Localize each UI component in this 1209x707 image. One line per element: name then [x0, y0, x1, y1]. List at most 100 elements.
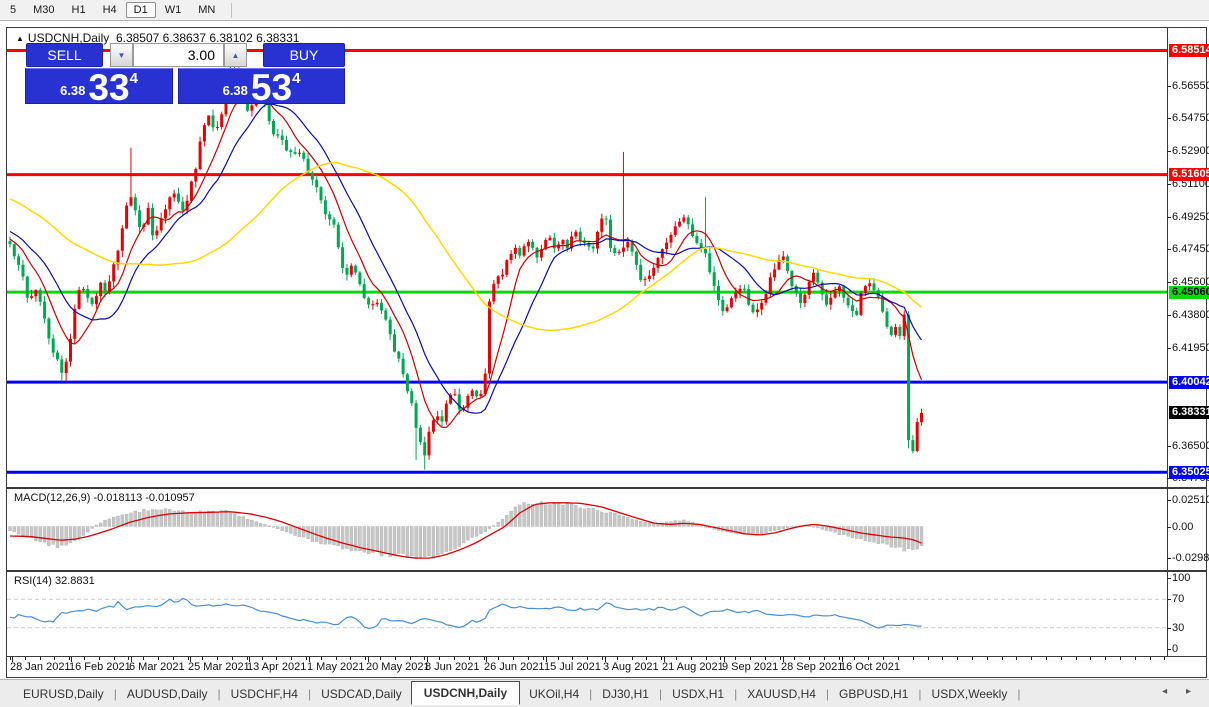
price-axis-tick [1167, 184, 1171, 185]
price-axis-label: 6.49250 [1172, 211, 1209, 223]
date-minor-tick [276, 657, 277, 660]
date-minor-tick [1150, 657, 1151, 660]
price-axis-label: 6.41950 [1172, 342, 1209, 354]
price-level-label: 6.51605 [1169, 168, 1209, 181]
price-level-label: 6.40042 [1169, 376, 1209, 389]
date-minor-tick [1135, 657, 1136, 660]
price-axis-tick [1167, 446, 1171, 447]
rsi-line[interactable] [9, 597, 922, 630]
volume-input[interactable]: 3.00 [133, 43, 224, 67]
date-minor-tick [454, 657, 455, 660]
date-label: 6 Mar 2021 [129, 661, 185, 673]
rsi-axis-label: 100 [1172, 572, 1191, 584]
rsi-pane[interactable] [7, 572, 1167, 656]
date-label: 26 Jun 2021 [484, 661, 545, 673]
sell-button[interactable]: SELL [26, 43, 103, 67]
date-minor-tick [158, 657, 159, 660]
date-minor-tick [513, 657, 514, 660]
price-axis-tick [1167, 217, 1171, 218]
buy-button[interactable]: BUY [263, 43, 345, 67]
date-minor-tick [854, 657, 855, 660]
rsi-label: RSI(14) 32.8831 [14, 575, 95, 587]
price-axis-tick [1167, 86, 1171, 87]
tab-usdx-weekly[interactable]: USDX,Weekly [923, 683, 1017, 705]
date-axis[interactable]: 28 Jan 2021 16 Feb 2021 6 Mar 2021 25 Mar 2… [7, 657, 1167, 677]
date-minor-tick [1120, 657, 1121, 660]
date-minor-tick [1105, 657, 1106, 660]
date-label: 15 Jul 2021 [544, 661, 601, 673]
date-minor-tick [40, 657, 41, 660]
price-level-label: 6.45060 [1169, 286, 1209, 299]
tab-gbpusd-h1[interactable]: GBPUSD,H1 [830, 683, 917, 705]
price-axis-tick [1167, 282, 1171, 283]
date-minor-tick [336, 657, 337, 660]
price-axis-label: 6.36500 [1172, 440, 1209, 452]
macd-label: MACD(12,26,9) -0.018113 -0.010957 [14, 492, 195, 504]
timeframe-button-w1[interactable]: W1 [157, 2, 190, 18]
date-minor-tick [706, 657, 707, 660]
date-minor-tick [54, 657, 55, 660]
date-minor-tick [972, 657, 973, 660]
horizontal-level-lines[interactable] [7, 49, 1167, 474]
tab-usdchf-h4[interactable]: USDCHF,H4 [222, 683, 307, 705]
tab-dj30-h1[interactable]: DJ30,H1 [593, 683, 658, 705]
sell-price-big: 33 [88, 67, 130, 108]
date-minor-tick [469, 657, 470, 660]
date-minor-tick [1002, 657, 1003, 660]
price-axis-label: 6.52900 [1172, 145, 1209, 157]
date-minor-tick [794, 657, 795, 660]
tab-scroll-arrows[interactable]: ◂ ▸ [1162, 686, 1199, 697]
date-minor-tick [410, 657, 411, 660]
tab-xauusd-h4[interactable]: XAUUSD,H4 [738, 683, 825, 705]
rsi-axis-label: 30 [1172, 622, 1185, 634]
date-minor-tick [676, 657, 677, 660]
volume-decrease-button[interactable]: ▼ [110, 43, 133, 67]
tab-ukoil-h4[interactable]: UKOil,H4 [520, 683, 588, 705]
volume-increase-button[interactable]: ▲ [224, 43, 247, 67]
sell-price-prefix: 6.38 [60, 83, 86, 98]
tab-audusd-daily[interactable]: AUDUSD,Daily [118, 683, 217, 705]
collapse-triangle-icon[interactable]: ▲ [16, 34, 24, 43]
price-level-label: 6.38331 [1169, 406, 1209, 419]
sell-quote-box[interactable]: 6.38 33 4 [25, 67, 173, 108]
timeframe-button-h4[interactable]: H4 [95, 2, 125, 18]
date-label: 28 Jan 2021 [10, 661, 71, 673]
date-label: 13 Apr 2021 [247, 661, 307, 673]
date-minor-tick [424, 657, 425, 660]
date-minor-tick [987, 657, 988, 660]
tab-usdcnh-daily[interactable]: USDCNH,Daily [410, 680, 521, 705]
price-axis-tick [1167, 151, 1171, 152]
date-label: 16 Feb 2021 [69, 661, 131, 673]
rsi-axis-label: 70 [1172, 593, 1185, 605]
buy-quote-box[interactable]: 6.38 53 4 [178, 68, 345, 106]
toolbar-separator [231, 2, 233, 18]
date-minor-tick [617, 657, 618, 660]
date-minor-tick [883, 657, 884, 660]
macd-axis-label: 0.00 [1172, 521, 1194, 533]
date-minor-tick [262, 657, 263, 660]
date-minor-tick [1076, 657, 1077, 660]
date-minor-tick [1046, 657, 1047, 660]
timeframe-button-5[interactable]: 5 [2, 2, 24, 18]
date-minor-tick [128, 657, 129, 660]
moving-average-line-2[interactable] [9, 161, 922, 332]
tab-eurusd-daily[interactable]: EURUSD,Daily [14, 683, 113, 705]
date-label: 8 Jun 2021 [425, 661, 480, 673]
date-minor-tick [809, 657, 810, 660]
timeframe-button-m30[interactable]: M30 [25, 2, 62, 18]
date-minor-tick [957, 657, 958, 660]
date-minor-tick [1090, 657, 1091, 660]
tab-usdx-h1[interactable]: USDX,H1 [663, 683, 733, 705]
tab-usdcad-daily[interactable]: USDCAD,Daily [312, 683, 411, 705]
date-label: 21 Aug 2021 [662, 661, 724, 673]
timeframe-button-mn[interactable]: MN [190, 2, 223, 18]
buy-price-pip: 4 [292, 70, 301, 87]
date-minor-tick [498, 657, 499, 660]
date-minor-tick [439, 657, 440, 660]
rsi-axis-tick [1167, 578, 1171, 579]
date-minor-tick [247, 657, 248, 660]
date-minor-tick [188, 657, 189, 660]
timeframe-button-h1[interactable]: H1 [64, 2, 94, 18]
timeframe-button-d1[interactable]: D1 [125, 2, 156, 18]
price-axis-tick [1167, 249, 1171, 250]
